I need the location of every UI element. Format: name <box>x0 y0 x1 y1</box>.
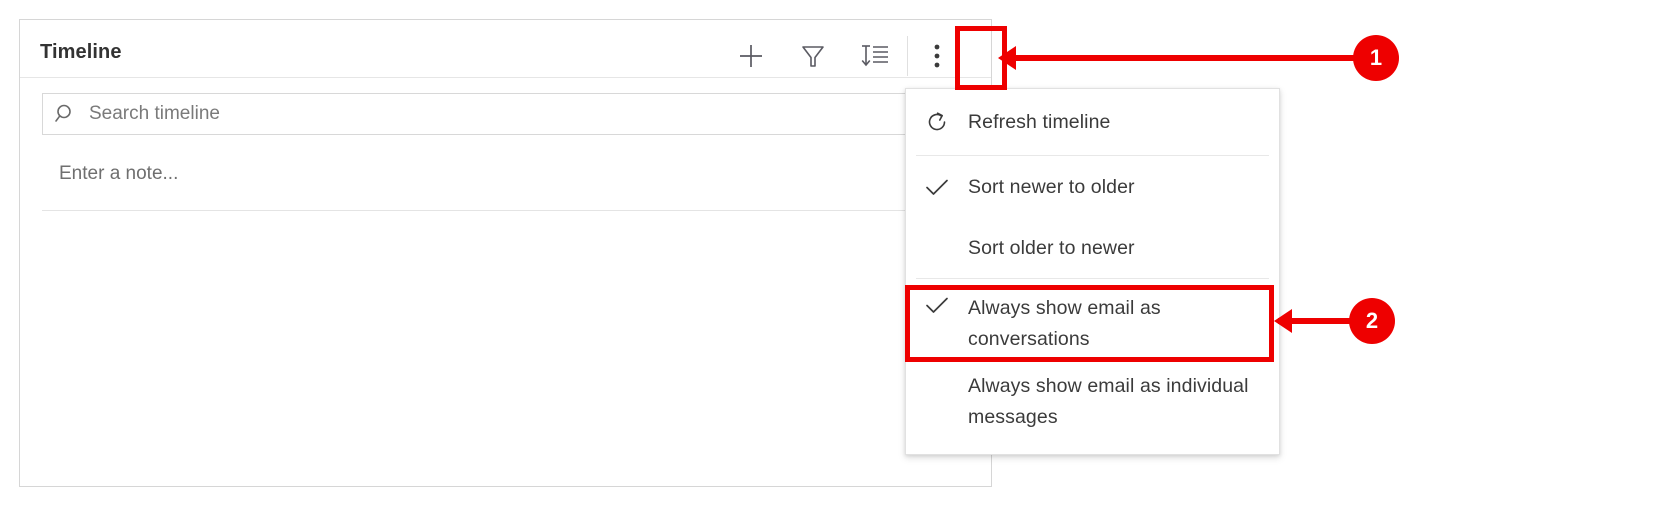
note-input[interactable] <box>59 163 659 185</box>
toolbar-divider <box>907 36 908 76</box>
funnel-icon <box>800 42 826 70</box>
timeline-panel: Timeline <box>19 19 992 487</box>
refresh-icon <box>906 109 968 135</box>
plus-icon <box>736 41 766 71</box>
check-icon <box>906 293 968 315</box>
search-icon <box>43 102 89 126</box>
callout-arrow-1 <box>1002 55 1358 61</box>
menu-item-always-show-email-as-individual-messages[interactable]: Always show email as individual messages <box>906 356 1279 436</box>
menu-item-refresh-timeline[interactable]: Refresh timeline <box>906 89 1279 155</box>
filter-button[interactable] <box>789 34 837 78</box>
callout-badge-1: 1 <box>1353 35 1399 81</box>
search-box[interactable] <box>42 93 970 135</box>
page-title: Timeline <box>40 41 122 63</box>
add-record-button[interactable] <box>727 34 775 78</box>
menu-item-sort-newer-to-older[interactable]: Sort newer to older <box>906 156 1279 218</box>
more-commands-menu: Refresh timeline Sort newer to older Sor… <box>905 88 1280 455</box>
menu-item-label: Sort older to newer <box>968 236 1135 259</box>
menu-item-label: Refresh timeline <box>968 110 1111 133</box>
timeline-header: Timeline <box>20 20 991 78</box>
menu-item-always-show-email-as-conversations[interactable]: Always show email as conversations <box>906 279 1279 356</box>
check-icon <box>906 177 968 197</box>
sort-descending-icon <box>860 42 890 70</box>
note-row[interactable] <box>42 145 970 211</box>
callout-arrowhead-2 <box>1274 309 1292 333</box>
more-commands-button[interactable] <box>913 34 961 78</box>
menu-item-label: Sort newer to older <box>968 175 1135 198</box>
more-vertical-icon <box>933 41 941 71</box>
search-input[interactable] <box>89 94 969 134</box>
menu-item-sort-older-to-newer[interactable]: Sort older to newer <box>906 218 1279 278</box>
callout-arrowhead-1 <box>998 46 1016 70</box>
menu-item-label: Always show email as individual messages <box>968 375 1249 428</box>
callout-badge-2: 2 <box>1349 298 1395 344</box>
menu-item-label: Always show email as conversations <box>968 297 1161 350</box>
sort-button[interactable] <box>851 34 899 78</box>
